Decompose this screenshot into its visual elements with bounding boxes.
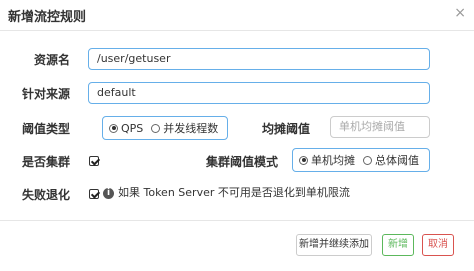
radio-thread-count-label: 并发线程数 bbox=[163, 122, 219, 135]
radio-single-avg-label: 单机均摊 bbox=[311, 154, 355, 167]
radio-unselected-icon bbox=[363, 155, 372, 165]
radio-global-threshold-label: 总体阈值 bbox=[375, 154, 419, 167]
radio-qps-label: QPS bbox=[121, 121, 144, 135]
add-button[interactable]: 新增 bbox=[382, 234, 414, 256]
cancel-button[interactable]: 取消 bbox=[422, 234, 454, 256]
resource-input[interactable]: /user/getuser bbox=[88, 48, 430, 70]
origin-label: 针对来源 bbox=[21, 87, 70, 101]
add-and-continue-button[interactable]: 新增并继续添加 bbox=[296, 234, 372, 256]
cluster-mode-label: 集群阈值模式 bbox=[205, 155, 278, 169]
avg-threshold-input[interactable]: 单机均摊阈值 bbox=[330, 116, 430, 138]
flow-rule-dialog: 新增流控规则 × 资源名 /user/getuser 针对来源 default … bbox=[0, 0, 474, 271]
fallback-checkbox[interactable] bbox=[89, 189, 99, 199]
cluster-mode-group: 单机均摊 总体阈值 bbox=[292, 148, 430, 172]
fallback-label: 失败退化 bbox=[21, 188, 70, 202]
radio-global-threshold[interactable]: 总体阈值 bbox=[363, 152, 419, 168]
radio-qps[interactable]: QPS bbox=[109, 122, 143, 135]
fallback-description: 如果 Token Server 不可用是否退化到单机限流 bbox=[118, 186, 350, 199]
resource-label: 资源名 bbox=[33, 53, 70, 67]
origin-input[interactable]: default bbox=[88, 82, 430, 104]
radio-selected-icon bbox=[109, 123, 118, 133]
header-divider bbox=[0, 30, 474, 31]
avg-threshold-label: 均摊阈值 bbox=[261, 122, 310, 136]
cluster-label: 是否集群 bbox=[21, 155, 70, 169]
radio-selected-icon bbox=[299, 155, 308, 165]
threshold-type-group: QPS 并发线程数 bbox=[102, 116, 228, 140]
radio-single-avg[interactable]: 单机均摊 bbox=[299, 152, 355, 168]
cluster-checkbox[interactable] bbox=[89, 156, 99, 166]
threshold-type-label: 阈值类型 bbox=[21, 122, 70, 136]
info-icon: i bbox=[103, 188, 114, 199]
radio-thread-count[interactable]: 并发线程数 bbox=[151, 120, 218, 136]
close-icon[interactable]: × bbox=[454, 5, 466, 21]
footer-divider bbox=[0, 220, 474, 221]
radio-unselected-icon bbox=[151, 123, 161, 133]
dialog-title: 新增流控规则 bbox=[8, 10, 87, 25]
